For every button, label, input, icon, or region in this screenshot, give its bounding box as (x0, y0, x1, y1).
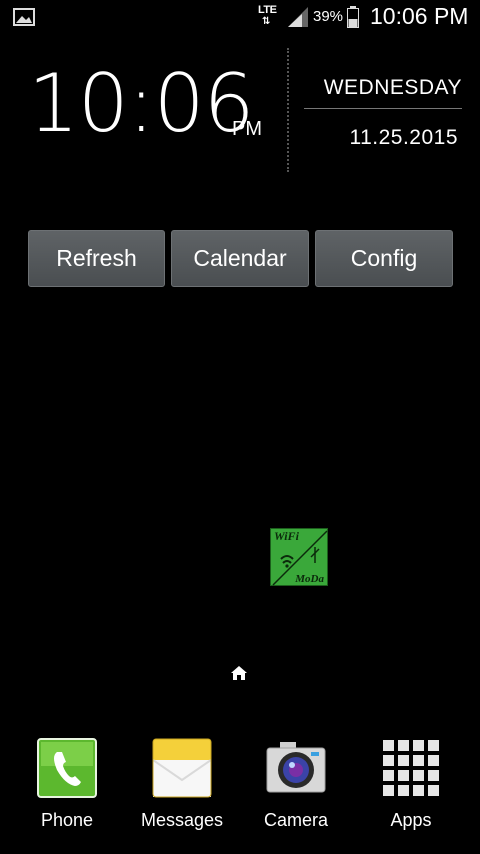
battery-icon (347, 6, 359, 28)
home-page-indicator-icon[interactable] (230, 664, 248, 682)
status-time: 10:06 PM (370, 3, 469, 29)
signal-strength-icon (288, 7, 308, 27)
clock-divider (287, 48, 289, 172)
wifi-moda-icon[interactable]: WiFi MoDa (270, 528, 328, 586)
calendar-button[interactable]: Calendar (171, 230, 309, 287)
clock-separator (304, 108, 462, 109)
dock-label-apps: Apps (390, 810, 432, 830)
dock-label-phone: Phone (40, 810, 94, 830)
refresh-button[interactable]: Refresh (28, 230, 165, 287)
phone-icon (37, 738, 97, 798)
wifi-moda-label-top: WiFi (274, 529, 299, 543)
status-bar[interactable]: LTE ⇅ 39% 10:06 PM (0, 0, 480, 34)
battery-percent: 39% (313, 8, 344, 25)
gallery-notification-icon (13, 8, 35, 26)
wifi-moda-label-bottom: MoDa (295, 573, 324, 585)
messages-icon (152, 738, 212, 798)
clock-time: 10:06 (28, 57, 255, 150)
config-button[interactable]: Config (315, 230, 453, 287)
dock-label-messages: Messages (140, 810, 224, 830)
lte-indicator: LTE ⇅ (258, 4, 280, 28)
dock-label-camera: Camera (263, 810, 329, 830)
clock-ampm: PM (232, 118, 262, 140)
data-arrows-icon: ⇅ (262, 16, 271, 27)
camera-icon (266, 742, 326, 793)
clock-day: WEDNESDAY (323, 76, 462, 99)
apps-grid-icon (383, 740, 439, 796)
network-type: LTE (258, 4, 277, 16)
clock-date: 11.25.2015 (349, 126, 458, 149)
